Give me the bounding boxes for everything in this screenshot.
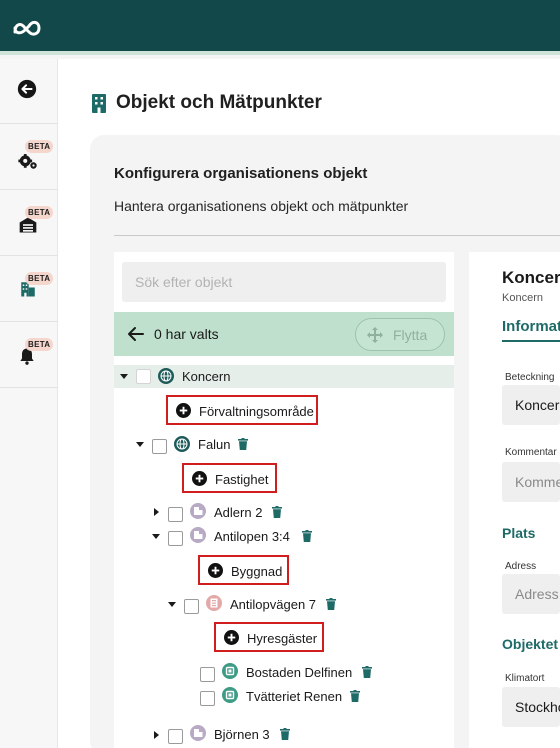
trash-icon[interactable]	[272, 506, 282, 518]
caret-right-icon[interactable]	[154, 508, 159, 516]
tree-node-label[interactable]: Björnen 3	[214, 727, 270, 742]
move-button-label: Flytta	[393, 327, 428, 343]
tree-node-label[interactable]: Antilopvägen 7	[230, 597, 316, 612]
caret-down-icon[interactable]	[136, 442, 144, 447]
trash-icon[interactable]	[280, 728, 290, 740]
sidebar-item-back[interactable]	[0, 59, 58, 124]
buildings-icon	[190, 725, 206, 741]
tree-node-label[interactable]: Antilopen 3:4	[214, 529, 290, 544]
page-title: Objekt och Mätpunkter	[116, 92, 322, 113]
checkbox[interactable]	[168, 729, 183, 744]
caret-right-icon[interactable]	[154, 731, 159, 739]
divider	[114, 235, 560, 236]
tab-underline	[502, 340, 560, 342]
add-label: Fastighet	[215, 472, 269, 487]
arrow-left-icon[interactable]	[126, 324, 146, 344]
add-label: Förvaltningsområde	[199, 404, 314, 419]
selection-count: 0 har valts	[154, 326, 219, 342]
add-label: Byggnad	[231, 564, 283, 579]
checkbox[interactable]	[152, 439, 167, 454]
search-input[interactable]	[122, 262, 446, 302]
checkbox[interactable]	[168, 531, 183, 546]
field-label: Beteckning	[505, 372, 555, 383]
tab-information[interactable]: Information	[502, 318, 560, 335]
building-floors-icon	[206, 595, 222, 611]
klimatort-select[interactable]: Stockholm	[502, 687, 560, 727]
caret-down-icon[interactable]	[168, 602, 176, 607]
trash-icon[interactable]	[362, 666, 372, 678]
beta-badge: BETA	[25, 206, 54, 219]
trash-icon[interactable]	[238, 438, 248, 450]
buildings-icon	[190, 503, 206, 519]
plus-circle-icon	[208, 563, 223, 578]
beta-badge: BETA	[25, 140, 54, 153]
add-label: Hyresgäster	[247, 631, 318, 646]
beta-badge: BETA	[25, 272, 54, 285]
tree-node-label[interactable]: Koncern	[182, 369, 230, 384]
tree-node-label[interactable]: Falun	[198, 437, 231, 452]
adress-field[interactable]: Adress	[502, 574, 560, 614]
add-forvaltningsomrade-button[interactable]: Förvaltningsområde	[166, 395, 318, 425]
buildings-icon	[190, 527, 206, 543]
checkbox[interactable]	[200, 667, 215, 682]
section-heading: Objektet	[502, 636, 559, 652]
plus-circle-icon	[192, 471, 207, 486]
checkbox[interactable]	[168, 507, 183, 522]
sidebar: BETA BETA BETA BETA	[0, 59, 58, 748]
tree-node-label[interactable]: Tvätteriet Renen	[246, 689, 342, 704]
move-button[interactable]: Flytta	[355, 318, 445, 351]
trash-icon[interactable]	[326, 598, 336, 610]
sidebar-item-organisation[interactable]: BETA	[0, 191, 58, 256]
caret-down-icon[interactable]	[152, 534, 160, 539]
sidebar-item-notifications[interactable]: BETA	[0, 323, 58, 388]
tree-node-label[interactable]: Adlern 2	[214, 505, 262, 520]
checkbox[interactable]	[184, 599, 199, 614]
tenant-icon	[222, 663, 238, 679]
add-hyresgaster-button[interactable]: Hyresgäster	[214, 622, 324, 652]
trash-icon[interactable]	[350, 690, 360, 702]
kommentar-field[interactable]: Kommentar	[502, 462, 560, 502]
add-fastighet-button[interactable]: Fastighet	[182, 463, 277, 493]
back-arrow-circle-icon	[17, 79, 37, 99]
globe-icon	[158, 368, 174, 384]
checkbox[interactable]	[136, 369, 151, 384]
field-label: Kommentar	[505, 447, 557, 458]
checkbox[interactable]	[200, 691, 215, 706]
move-arrows-icon	[367, 327, 383, 343]
tenant-icon	[222, 687, 238, 703]
beta-badge: BETA	[25, 338, 54, 351]
detail-subtitle: Koncern	[502, 292, 543, 304]
plus-circle-icon	[224, 630, 239, 645]
card-subtitle: Hantera organisationens objekt och mätpu…	[114, 198, 409, 214]
app-logo-icon[interactable]	[12, 18, 42, 38]
top-bar	[0, 0, 560, 55]
sidebar-item-objects[interactable]: BETA	[0, 257, 58, 322]
section-heading: Plats	[502, 525, 536, 541]
beteckning-field[interactable]: Koncern	[502, 385, 560, 425]
trash-icon[interactable]	[302, 530, 312, 542]
tree-node-label[interactable]: Bostaden Delfinen	[246, 665, 352, 680]
sidebar-item-settings[interactable]: BETA	[0, 125, 58, 190]
card-title: Konfigurera organisationens objekt	[114, 165, 368, 182]
plus-circle-icon	[176, 403, 191, 418]
add-byggnad-button[interactable]: Byggnad	[198, 555, 289, 585]
detail-title: Koncern	[502, 268, 560, 287]
globe-icon	[174, 436, 190, 452]
building-icon	[92, 94, 106, 113]
caret-down-icon[interactable]	[120, 374, 128, 379]
field-label: Adress	[505, 561, 537, 572]
field-label: Klimatort	[505, 673, 545, 684]
detail-panel-content: Koncern Koncern Information Beteckning K…	[469, 252, 560, 748]
